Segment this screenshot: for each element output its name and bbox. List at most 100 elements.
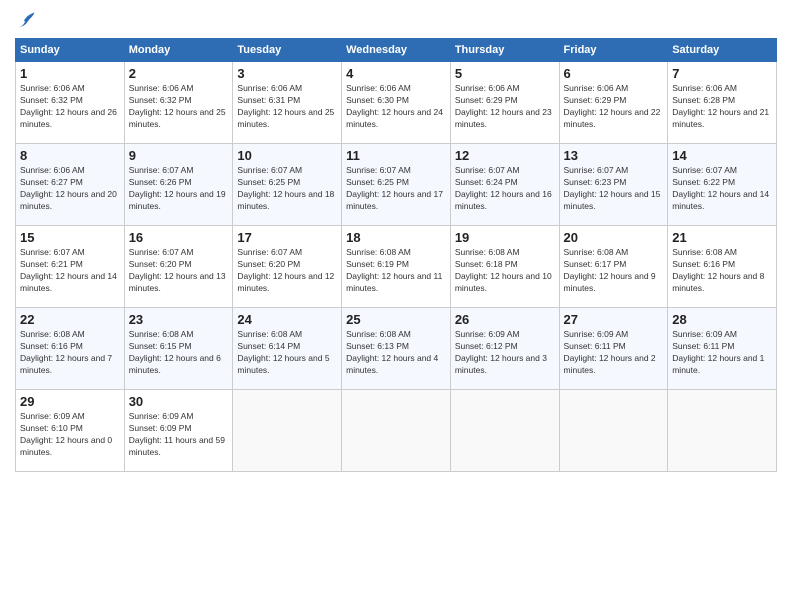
calendar-cell: 4 Sunrise: 6:06 AMSunset: 6:30 PMDayligh… (342, 62, 451, 144)
day-number: 3 (237, 66, 337, 81)
logo-bird-icon (17, 10, 37, 30)
header (15, 10, 777, 30)
day-detail: Sunrise: 6:07 AMSunset: 6:23 PMDaylight:… (564, 165, 664, 213)
calendar-cell: 29 Sunrise: 6:09 AMSunset: 6:10 PMDaylig… (16, 390, 125, 472)
day-number: 27 (564, 312, 664, 327)
day-detail: Sunrise: 6:08 AMSunset: 6:16 PMDaylight:… (672, 247, 772, 295)
day-detail: Sunrise: 6:07 AMSunset: 6:20 PMDaylight:… (129, 247, 229, 295)
day-detail: Sunrise: 6:08 AMSunset: 6:16 PMDaylight:… (20, 329, 120, 377)
calendar-cell: 22 Sunrise: 6:08 AMSunset: 6:16 PMDaylig… (16, 308, 125, 390)
day-number: 2 (129, 66, 229, 81)
calendar-cell (450, 390, 559, 472)
calendar-cell: 3 Sunrise: 6:06 AMSunset: 6:31 PMDayligh… (233, 62, 342, 144)
calendar-week-row: 15 Sunrise: 6:07 AMSunset: 6:21 PMDaylig… (16, 226, 777, 308)
calendar-cell: 6 Sunrise: 6:06 AMSunset: 6:29 PMDayligh… (559, 62, 668, 144)
calendar-cell: 12 Sunrise: 6:07 AMSunset: 6:24 PMDaylig… (450, 144, 559, 226)
day-detail: Sunrise: 6:06 AMSunset: 6:32 PMDaylight:… (129, 83, 229, 131)
day-number: 24 (237, 312, 337, 327)
calendar-cell: 5 Sunrise: 6:06 AMSunset: 6:29 PMDayligh… (450, 62, 559, 144)
day-number: 28 (672, 312, 772, 327)
day-header-monday: Monday (124, 39, 233, 62)
day-number: 11 (346, 148, 446, 163)
day-detail: Sunrise: 6:06 AMSunset: 6:32 PMDaylight:… (20, 83, 120, 131)
day-number: 15 (20, 230, 120, 245)
day-detail: Sunrise: 6:07 AMSunset: 6:25 PMDaylight:… (237, 165, 337, 213)
calendar-cell: 30 Sunrise: 6:09 AMSunset: 6:09 PMDaylig… (124, 390, 233, 472)
day-detail: Sunrise: 6:08 AMSunset: 6:17 PMDaylight:… (564, 247, 664, 295)
calendar: SundayMondayTuesdayWednesdayThursdayFrid… (15, 38, 777, 472)
day-number: 19 (455, 230, 555, 245)
day-detail: Sunrise: 6:06 AMSunset: 6:31 PMDaylight:… (237, 83, 337, 131)
calendar-cell (342, 390, 451, 472)
day-detail: Sunrise: 6:08 AMSunset: 6:15 PMDaylight:… (129, 329, 229, 377)
day-number: 7 (672, 66, 772, 81)
day-header-thursday: Thursday (450, 39, 559, 62)
page: SundayMondayTuesdayWednesdayThursdayFrid… (0, 0, 792, 612)
day-number: 30 (129, 394, 229, 409)
day-number: 17 (237, 230, 337, 245)
calendar-cell: 11 Sunrise: 6:07 AMSunset: 6:25 PMDaylig… (342, 144, 451, 226)
day-detail: Sunrise: 6:06 AMSunset: 6:30 PMDaylight:… (346, 83, 446, 131)
day-detail: Sunrise: 6:08 AMSunset: 6:19 PMDaylight:… (346, 247, 446, 295)
calendar-cell: 17 Sunrise: 6:07 AMSunset: 6:20 PMDaylig… (233, 226, 342, 308)
calendar-cell: 19 Sunrise: 6:08 AMSunset: 6:18 PMDaylig… (450, 226, 559, 308)
day-number: 23 (129, 312, 229, 327)
calendar-cell (668, 390, 777, 472)
calendar-cell: 2 Sunrise: 6:06 AMSunset: 6:32 PMDayligh… (124, 62, 233, 144)
day-number: 13 (564, 148, 664, 163)
calendar-cell: 16 Sunrise: 6:07 AMSunset: 6:20 PMDaylig… (124, 226, 233, 308)
calendar-cell: 26 Sunrise: 6:09 AMSunset: 6:12 PMDaylig… (450, 308, 559, 390)
day-detail: Sunrise: 6:07 AMSunset: 6:25 PMDaylight:… (346, 165, 446, 213)
day-detail: Sunrise: 6:07 AMSunset: 6:22 PMDaylight:… (672, 165, 772, 213)
day-detail: Sunrise: 6:06 AMSunset: 6:28 PMDaylight:… (672, 83, 772, 131)
day-detail: Sunrise: 6:08 AMSunset: 6:18 PMDaylight:… (455, 247, 555, 295)
day-detail: Sunrise: 6:09 AMSunset: 6:11 PMDaylight:… (564, 329, 664, 377)
day-number: 5 (455, 66, 555, 81)
day-number: 10 (237, 148, 337, 163)
calendar-week-row: 29 Sunrise: 6:09 AMSunset: 6:10 PMDaylig… (16, 390, 777, 472)
calendar-header-row: SundayMondayTuesdayWednesdayThursdayFrid… (16, 39, 777, 62)
calendar-cell: 9 Sunrise: 6:07 AMSunset: 6:26 PMDayligh… (124, 144, 233, 226)
calendar-cell: 23 Sunrise: 6:08 AMSunset: 6:15 PMDaylig… (124, 308, 233, 390)
calendar-cell (559, 390, 668, 472)
day-detail: Sunrise: 6:09 AMSunset: 6:09 PMDaylight:… (129, 411, 229, 459)
calendar-cell: 8 Sunrise: 6:06 AMSunset: 6:27 PMDayligh… (16, 144, 125, 226)
calendar-week-row: 1 Sunrise: 6:06 AMSunset: 6:32 PMDayligh… (16, 62, 777, 144)
day-detail: Sunrise: 6:09 AMSunset: 6:12 PMDaylight:… (455, 329, 555, 377)
calendar-cell: 27 Sunrise: 6:09 AMSunset: 6:11 PMDaylig… (559, 308, 668, 390)
day-detail: Sunrise: 6:07 AMSunset: 6:26 PMDaylight:… (129, 165, 229, 213)
day-number: 1 (20, 66, 120, 81)
day-header-tuesday: Tuesday (233, 39, 342, 62)
calendar-week-row: 8 Sunrise: 6:06 AMSunset: 6:27 PMDayligh… (16, 144, 777, 226)
day-number: 6 (564, 66, 664, 81)
day-number: 21 (672, 230, 772, 245)
calendar-cell: 15 Sunrise: 6:07 AMSunset: 6:21 PMDaylig… (16, 226, 125, 308)
day-number: 18 (346, 230, 446, 245)
day-detail: Sunrise: 6:06 AMSunset: 6:29 PMDaylight:… (564, 83, 664, 131)
day-number: 9 (129, 148, 229, 163)
day-detail: Sunrise: 6:07 AMSunset: 6:21 PMDaylight:… (20, 247, 120, 295)
calendar-cell: 1 Sunrise: 6:06 AMSunset: 6:32 PMDayligh… (16, 62, 125, 144)
day-detail: Sunrise: 6:09 AMSunset: 6:10 PMDaylight:… (20, 411, 120, 459)
day-detail: Sunrise: 6:06 AMSunset: 6:29 PMDaylight:… (455, 83, 555, 131)
day-number: 20 (564, 230, 664, 245)
calendar-cell: 25 Sunrise: 6:08 AMSunset: 6:13 PMDaylig… (342, 308, 451, 390)
calendar-week-row: 22 Sunrise: 6:08 AMSunset: 6:16 PMDaylig… (16, 308, 777, 390)
calendar-cell: 28 Sunrise: 6:09 AMSunset: 6:11 PMDaylig… (668, 308, 777, 390)
day-header-sunday: Sunday (16, 39, 125, 62)
day-number: 12 (455, 148, 555, 163)
day-number: 25 (346, 312, 446, 327)
day-detail: Sunrise: 6:07 AMSunset: 6:24 PMDaylight:… (455, 165, 555, 213)
calendar-cell: 18 Sunrise: 6:08 AMSunset: 6:19 PMDaylig… (342, 226, 451, 308)
calendar-cell: 21 Sunrise: 6:08 AMSunset: 6:16 PMDaylig… (668, 226, 777, 308)
day-detail: Sunrise: 6:08 AMSunset: 6:14 PMDaylight:… (237, 329, 337, 377)
day-detail: Sunrise: 6:08 AMSunset: 6:13 PMDaylight:… (346, 329, 446, 377)
calendar-cell: 24 Sunrise: 6:08 AMSunset: 6:14 PMDaylig… (233, 308, 342, 390)
day-number: 22 (20, 312, 120, 327)
calendar-cell: 10 Sunrise: 6:07 AMSunset: 6:25 PMDaylig… (233, 144, 342, 226)
day-header-wednesday: Wednesday (342, 39, 451, 62)
day-detail: Sunrise: 6:07 AMSunset: 6:20 PMDaylight:… (237, 247, 337, 295)
day-number: 8 (20, 148, 120, 163)
day-header-saturday: Saturday (668, 39, 777, 62)
calendar-cell: 7 Sunrise: 6:06 AMSunset: 6:28 PMDayligh… (668, 62, 777, 144)
